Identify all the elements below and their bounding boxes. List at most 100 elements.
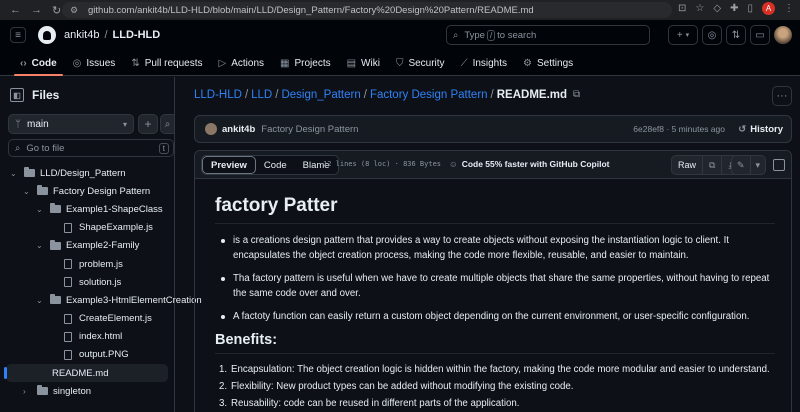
tab-actions[interactable]: ▷ Actions <box>211 52 273 76</box>
more-options-button[interactable]: ··· <box>772 86 792 106</box>
benefits-list: 1. Encapsulation: The object creation log… <box>215 362 775 411</box>
extension-icon[interactable]: ◇ <box>713 3 721 14</box>
issues-button[interactable]: ◎ <box>702 25 722 45</box>
file-stats: 12 lines (8 loc) · 836 Bytes <box>323 160 442 168</box>
pull-requests-button[interactable]: ⇅ <box>726 25 746 45</box>
tree-folder[interactable]: ⌄ LLD/Design_Pattern <box>0 164 174 182</box>
pencil-icon: ✎ <box>737 159 745 170</box>
inbox-button[interactable]: ▭ <box>750 25 770 45</box>
address-bar[interactable]: ⚙ github.com/ankit4b/LLD-HLD/blob/main/L… <box>62 2 672 18</box>
breadcrumb-link[interactable]: Factory Design Pattern <box>370 89 488 101</box>
breadcrumb-link[interactable]: LLD-HLD <box>194 89 242 101</box>
breadcrumb: LLD-HLD / LLD / Design_Pattern / Factory Desig… <box>194 89 580 101</box>
chevron-right-icon[interactable]: › <box>23 387 26 396</box>
chevron-down-icon[interactable]: ⌄ <box>23 187 30 196</box>
repo-owner-link[interactable]: ankit4b <box>64 29 99 41</box>
sidebar-header: ◧ Files <box>10 88 59 102</box>
install-app-icon[interactable]: ⊡ <box>678 3 686 14</box>
file-icon <box>64 313 72 324</box>
tree-folder[interactable]: ⌄ Example2-Family <box>0 237 174 255</box>
tab-insights[interactable]: ⟋ Insights <box>453 52 515 76</box>
tree-folder[interactable]: ⌄ Example3-HtmlElementCreation <box>0 291 202 309</box>
tab-projects[interactable]: ▦ Projects <box>272 52 339 76</box>
browser-menu-icon[interactable]: ⋮ <box>784 3 794 14</box>
extensions-puzzle-icon[interactable]: ✚ <box>730 3 738 14</box>
chevron-down-icon: ▾ <box>685 32 690 39</box>
tree-file[interactable]: problem.js <box>0 255 174 273</box>
chevron-down-icon[interactable]: ⌄ <box>10 169 17 178</box>
forward-icon[interactable]: → <box>31 4 42 16</box>
tree-file[interactable]: solution.js <box>0 273 174 291</box>
tab-wiki[interactable]: ▤ Wiki <box>339 52 388 76</box>
tab-code[interactable]: ‹› Code <box>12 52 65 76</box>
benefit-text: Flexibility: New product types can be ad… <box>231 381 574 392</box>
commit-message[interactable]: Factory Design Pattern <box>261 124 358 135</box>
tree-folder[interactable]: ⌄ Example1-ShapeClass <box>0 200 174 218</box>
tree-file[interactable]: index.html <box>0 328 174 346</box>
git-branch-icon: ᛘ <box>15 118 21 130</box>
hamburger-menu-icon[interactable]: ≡ <box>10 27 26 43</box>
file-toolbar: Preview Code Blame 12 lines (8 loc) · 836 … <box>195 151 791 179</box>
repo-name-link[interactable]: LLD-HLD <box>113 29 161 41</box>
commit-author[interactable]: ankit4b <box>222 124 255 135</box>
tree-folder[interactable]: › singleton <box>0 382 174 400</box>
go-to-file-input[interactable]: ⌕ Go to file t <box>8 139 174 157</box>
commit-sha[interactable]: 6e28ef8 <box>633 124 664 134</box>
view-mode-toggle: Preview Code Blame <box>201 155 339 175</box>
profile-avatar[interactable]: A <box>762 2 775 15</box>
add-file-button[interactable]: + <box>138 114 158 134</box>
create-new-button[interactable]: + ▾ <box>668 25 698 45</box>
breadcrumb-link[interactable]: LLD <box>251 89 272 101</box>
breadcrumb-link[interactable]: Design_Pattern <box>281 89 360 101</box>
branch-selector[interactable]: ᛘ main ▾ <box>8 114 134 134</box>
copy-raw-button[interactable]: ⧉ <box>703 156 723 174</box>
edit-file-button[interactable]: ✎ <box>732 156 751 174</box>
benefit-item: 2. Flexibility: New product types can be … <box>215 379 775 394</box>
issue-icon: ◎ <box>72 58 82 69</box>
site-info-icon[interactable]: ⚙ <box>70 5 80 15</box>
go-to-file-placeholder: Go to file <box>26 142 65 154</box>
search-input[interactable]: ⌕ Type / to search <box>446 25 650 45</box>
back-icon[interactable]: ← <box>10 4 21 16</box>
tree-file[interactable]: output.PNG <box>0 346 174 364</box>
file-tree-sidebar: ◧ Files ᛘ main ▾ + ⌕ ⌕ Go to file t ⌄ LLD… <box>0 77 202 412</box>
symbols-pane-icon[interactable] <box>773 159 785 171</box>
user-avatar[interactable] <box>774 26 792 44</box>
chevron-down-icon[interactable]: ⌄ <box>36 241 43 250</box>
github-header: ≡ ankit4b / LLD-HLD ⌕ Type / to search +… <box>0 20 800 52</box>
sidepanel-icon[interactable]: ▯ <box>747 3 753 14</box>
readme-content: factory Patter is a creations design pat… <box>215 195 775 412</box>
search-files-button[interactable]: ⌕ <box>160 114 174 134</box>
raw-button[interactable]: Raw <box>672 156 704 174</box>
tree-file[interactable]: ShapeExample.js <box>0 219 174 237</box>
chevron-down-icon[interactable]: ⌄ <box>36 205 43 214</box>
breadcrumb-separator: / <box>490 89 494 101</box>
history-button[interactable]: ↺ History <box>738 124 783 135</box>
tab-label: Actions <box>231 58 265 69</box>
folder-icon <box>37 385 48 396</box>
tree-folder[interactable]: ⌄ Factory Design Pattern <box>0 182 174 200</box>
edit-actions-group: ✎ ▾ <box>731 155 767 175</box>
edit-dropdown-button[interactable]: ▾ <box>751 156 766 174</box>
view-tab-preview[interactable]: Preview <box>202 156 256 174</box>
reload-icon[interactable]: ↻ <box>52 4 61 17</box>
readme-bullet-list: is a creations design pattern that provi… <box>215 233 775 324</box>
collapse-sidebar-icon[interactable]: ◧ <box>10 88 24 102</box>
tab-settings[interactable]: ⚙ Settings <box>515 52 581 76</box>
view-tab-code[interactable]: Code <box>256 156 295 174</box>
tab-pull-requests[interactable]: ⇅ Pull requests <box>123 52 210 76</box>
file-icon <box>64 331 72 342</box>
raw-actions-group: Raw ⧉ ⤓ <box>671 155 740 175</box>
bookmark-star-icon[interactable]: ☆ <box>695 3 704 14</box>
tree-item-label: output.PNG <box>79 349 129 361</box>
tab-issues[interactable]: ◎ Issues <box>65 52 124 76</box>
github-logo-icon[interactable] <box>38 26 56 44</box>
copilot-promo[interactable]: ☺ Code 55% faster with GitHub Copilot <box>449 159 610 169</box>
chevron-down-icon[interactable]: ⌄ <box>36 296 43 305</box>
commit-author-avatar[interactable] <box>205 123 217 135</box>
benefit-text: Reusability: code can be reused in diffe… <box>231 398 520 409</box>
tab-security[interactable]: ⛉ Security <box>388 52 453 76</box>
tree-file[interactable]: README.md <box>4 364 168 383</box>
copy-path-icon[interactable]: ⧉ <box>573 89 580 101</box>
tree-file[interactable]: CreateElement.js <box>0 310 174 328</box>
